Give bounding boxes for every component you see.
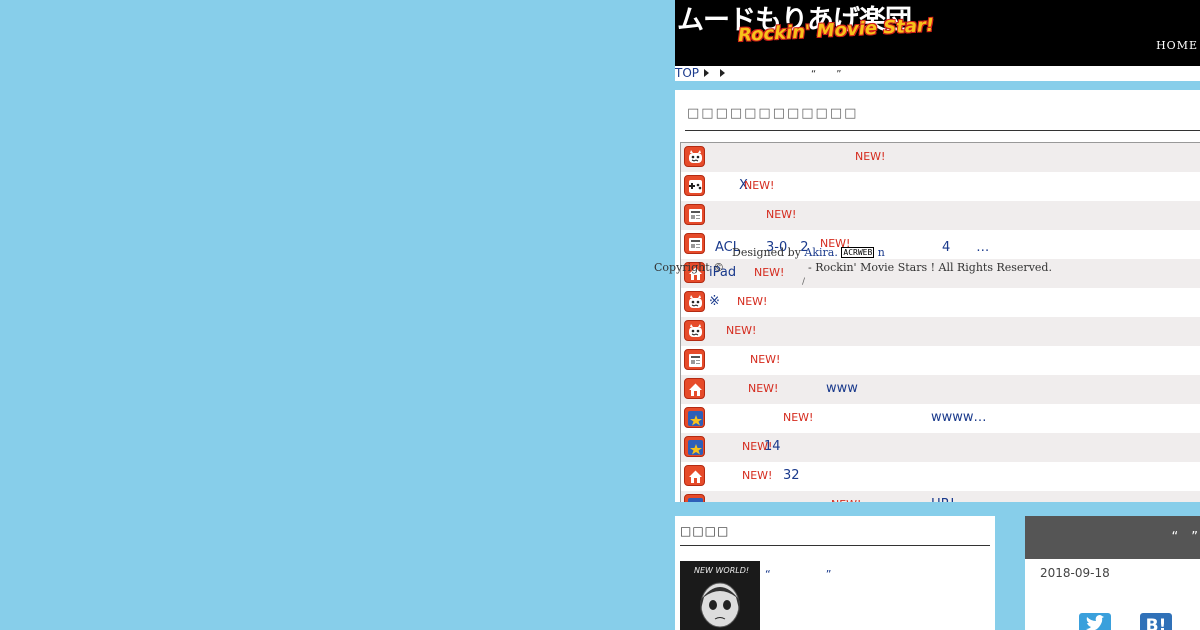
new-badge: NEW! [783, 411, 814, 424]
copyright-left: Copyright © [654, 261, 725, 274]
article-thumbnail[interactable]: NEW WORLD! [680, 561, 760, 630]
monster-icon [684, 146, 705, 167]
new-badge: NEW! [750, 353, 781, 366]
twitter-share-button[interactable] [1079, 613, 1111, 630]
news-row-extra[interactable]: HR! [931, 497, 955, 502]
thumbnail-illustration: NEW WORLD! [680, 561, 760, 630]
news-icon [684, 349, 705, 370]
breadcrumb: TOP “ ” [675, 66, 1200, 81]
news-row-extra[interactable]: www [826, 381, 858, 396]
chevron-right-icon [704, 69, 710, 77]
news-row-extra[interactable]: 32 [783, 468, 800, 483]
home-link[interactable]: HOME [1156, 39, 1198, 52]
news-list: NEW! X NEW! NEW! ACL 3-0 2 NEW! 4 … iPad NEW! ※ NE… [680, 142, 1200, 502]
chevron-right-icon [720, 69, 726, 77]
new-badge: NEW! [742, 469, 773, 482]
news-row-extra[interactable]: wwww… [931, 410, 987, 425]
news-row[interactable]: NEW! [681, 201, 1200, 230]
news-row[interactable]: NEW! www [681, 375, 1200, 404]
new-badge: NEW! [748, 382, 779, 395]
new-badge: NEW! [737, 295, 768, 308]
designed-by-label: Designed by [732, 246, 801, 259]
news-title: □□□□□□□□□□□□ [687, 106, 859, 121]
news-row[interactable]: X NEW! [681, 172, 1200, 201]
footer-credit: Designed by Akira. ACRWEB n [732, 246, 885, 259]
news-icon [684, 204, 705, 225]
news-row[interactable]: NEW! [681, 346, 1200, 375]
news-row[interactable]: NEW! [681, 143, 1200, 172]
footer-slash: / [802, 277, 806, 287]
news-row[interactable]: NEW! 32 [681, 462, 1200, 491]
acrweb-badge[interactable]: ACRWEB [841, 247, 875, 258]
new-badge: NEW! [754, 266, 785, 279]
thumbnail-caption: NEW WORLD! [694, 566, 749, 575]
gamepad-icon [684, 175, 705, 196]
divider [685, 130, 1200, 131]
star-icon [684, 436, 705, 457]
sidebar-left-title: □□□□ [680, 524, 730, 538]
post-date: 2018-09-18 [1040, 566, 1110, 580]
divider [680, 545, 990, 546]
news-icon [684, 233, 705, 254]
new-badge: NEW! [766, 208, 797, 221]
monster-icon [684, 291, 705, 312]
new-badge: NEW! [744, 179, 775, 192]
twitter-icon [1086, 615, 1104, 630]
news-row[interactable]: ※ NEW! [681, 288, 1200, 317]
footer-credit-tail: n [877, 246, 885, 259]
hatena-share-button[interactable]: B! [1140, 613, 1172, 630]
author-link[interactable]: Akira. [804, 246, 837, 259]
news-row-extra[interactable]: 14 [764, 439, 781, 454]
new-badge: NEW! [726, 324, 757, 337]
news-row[interactable]: NEW! wwww… [681, 404, 1200, 433]
sidebar-right-title: “ ” [1171, 530, 1198, 545]
star-icon [684, 494, 705, 502]
home-icon [684, 378, 705, 399]
copyright-right: - Rockin' Movie Stars ! All Rights Reser… [808, 261, 1052, 274]
star-icon [684, 407, 705, 428]
new-badge: NEW! [831, 498, 861, 502]
home-icon [684, 465, 705, 486]
breadcrumb-current: “ ” [811, 69, 842, 80]
breadcrumb-top-link[interactable]: TOP [675, 66, 699, 80]
sidebar-right-panel: “ ” 2018-09-18 B! [1025, 516, 1200, 630]
news-row-title[interactable]: ※ [709, 294, 720, 309]
news-row[interactable]: NEW! 14 [681, 433, 1200, 462]
sidebar-left-panel: □□□□ NEW WORLD! “ ” [675, 516, 995, 630]
sidebar-right-header: “ ” [1025, 516, 1200, 559]
monster-icon [684, 320, 705, 341]
news-panel: □□□□□□□□□□□□ NEW! X NEW! NEW! ACL 3-0 2 NEW! 4… [675, 90, 1200, 502]
news-row[interactable]: NEW! HR! [681, 491, 1200, 502]
sidebar-left-link[interactable]: “ ” [765, 566, 831, 582]
site-header: ムードもりあげ楽団 Rockin' Movie Star! HOME [675, 0, 1200, 66]
news-row[interactable]: NEW! [681, 317, 1200, 346]
new-badge: NEW! [855, 150, 886, 163]
news-row-extra[interactable]: 4 … [942, 236, 989, 255]
